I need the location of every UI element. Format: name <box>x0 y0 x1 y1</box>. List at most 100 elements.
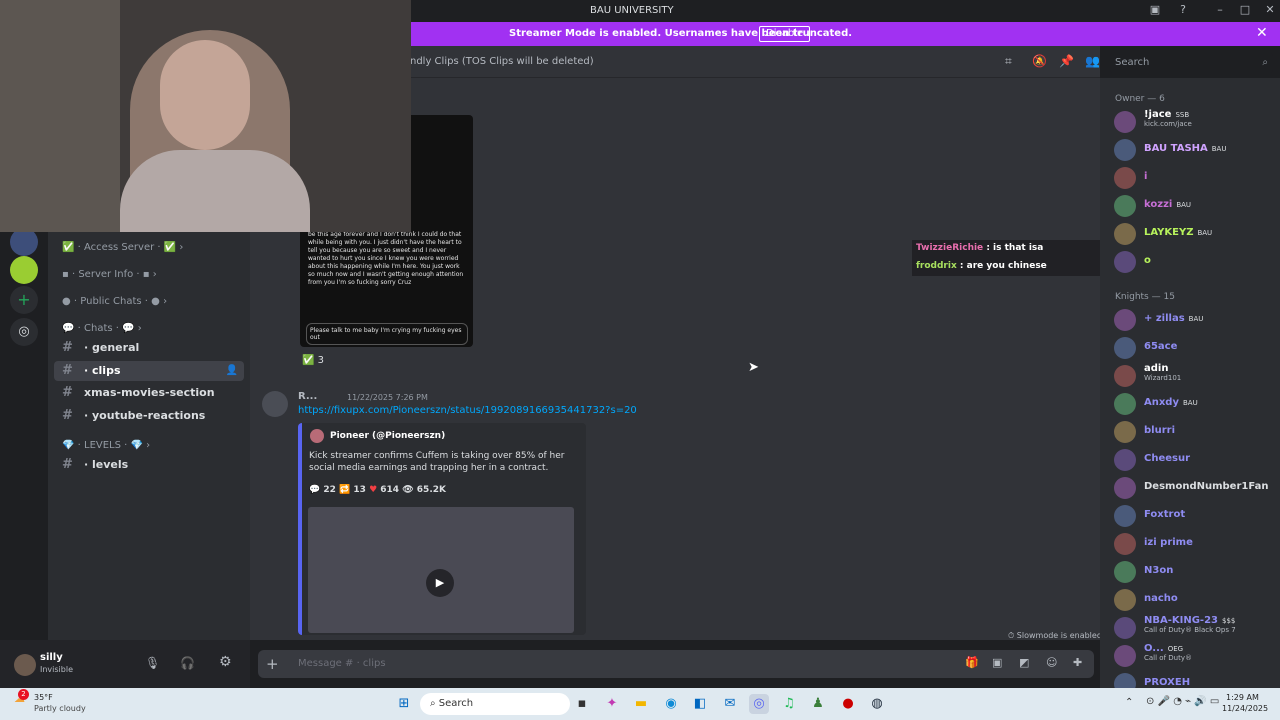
steam-icon[interactable]: ◍ <box>867 694 887 714</box>
gift-icon[interactable]: 🎁 <box>965 656 979 669</box>
clock-time[interactable]: 1:29 AM <box>1226 693 1259 702</box>
notifications-icon[interactable]: 🔕 <box>1032 54 1047 68</box>
server-icon[interactable] <box>10 228 38 256</box>
member-activity: Call of Duty® Black Ops 7 <box>1144 626 1236 634</box>
gif-icon[interactable]: ▣ <box>992 656 1002 669</box>
add-server-icon[interactable]: + <box>10 286 38 314</box>
streamer-hoodie <box>120 150 310 232</box>
message-link[interactable]: https://fixupx.com/Pioneerszn/status/199… <box>298 405 637 416</box>
help-icon[interactable]: ? <box>1173 3 1193 19</box>
member-item[interactable]: N3on <box>1108 559 1278 585</box>
disable-streamer-button[interactable]: Disable <box>759 26 811 42</box>
play-icon[interactable]: ▶ <box>426 569 454 597</box>
category-chats[interactable]: 💬 · Chats · 💬 › <box>62 323 142 334</box>
member-item[interactable]: kozzi BAU <box>1108 193 1278 219</box>
apps-icon[interactable]: ✚ <box>1073 656 1082 669</box>
message-author[interactable]: R... <box>298 391 317 402</box>
taskbar-search[interactable]: ⌕ Search <box>420 693 570 715</box>
member-item[interactable]: + zillas BAU <box>1108 307 1278 333</box>
channel-xmas-movies[interactable]: # xmas-movies-section <box>54 383 244 403</box>
member-item[interactable]: adin Wizard101 <box>1108 363 1278 389</box>
channel-general[interactable]: # · general <box>54 338 244 358</box>
discover-icon[interactable]: ◎ <box>10 318 38 346</box>
message-composer[interactable]: + Message # · clips 🎁 ▣ ◩ ☺ ✚ <box>258 650 1094 678</box>
member-item[interactable]: O... OEG Call of Duty® <box>1108 643 1278 669</box>
category-server-info[interactable]: ▪ · Server Info · ▪ › <box>62 269 157 280</box>
member-item[interactable]: i <box>1108 165 1278 191</box>
member-item[interactable]: o <box>1108 249 1278 275</box>
video-thumbnail[interactable]: ▶ <box>308 507 574 633</box>
server-icon[interactable] <box>10 256 38 284</box>
emoji-icon[interactable]: ☺ <box>1046 656 1057 669</box>
maximize-button[interactable]: □ <box>1235 3 1255 19</box>
settings-icon[interactable]: ⚙ <box>219 654 232 670</box>
weather-temp[interactable]: 35°F <box>34 693 53 702</box>
channel-label: general <box>92 341 140 354</box>
close-banner-icon[interactable]: ✕ <box>1256 25 1268 41</box>
weather-desc[interactable]: Partly cloudy <box>34 704 86 713</box>
member-name: Foxtrot <box>1144 509 1185 520</box>
channel-youtube-reactions[interactable]: # · youtube-reactions <box>54 406 244 426</box>
member-item[interactable]: !jace SSB kick.com/jace <box>1108 109 1278 135</box>
clock-date[interactable]: 11/24/2025 <box>1222 704 1268 713</box>
member-name: o <box>1144 255 1151 266</box>
add-member-icon[interactable]: 👤 <box>226 361 238 381</box>
headphones-icon[interactable]: 🎧 <box>180 656 195 670</box>
threads-icon[interactable]: ⌗ <box>1005 54 1012 69</box>
avatar <box>1114 139 1136 161</box>
member-name-text: LAYKEYZ <box>1144 227 1194 238</box>
member-item[interactable]: DesmondNumber1Fan <box>1108 475 1278 501</box>
avatar[interactable] <box>14 654 36 676</box>
category-public-chats[interactable]: ● · Public Chats · ● › <box>62 296 167 307</box>
app-icon[interactable]: ● <box>838 694 858 714</box>
discord-icon[interactable]: ◎ <box>749 694 769 714</box>
category-levels[interactable]: 💎 · LEVELS · 💎 › <box>62 440 150 451</box>
inbox-icon[interactable]: ▣ <box>1145 3 1165 19</box>
author-avatar[interactable] <box>262 391 288 417</box>
member-item[interactable]: Anxdy BAU <box>1108 391 1278 417</box>
mic-icon[interactable]: 🎙 <box>145 656 160 670</box>
member-item[interactable]: blurri <box>1108 419 1278 445</box>
background-wall <box>0 0 120 232</box>
sticker-icon[interactable]: ◩ <box>1019 656 1029 669</box>
copilot-icon[interactable]: ✦ <box>602 694 622 714</box>
member-item[interactable]: 65ace <box>1108 335 1278 361</box>
embed-author[interactable]: Pioneer (@Pioneerszn) <box>330 431 445 441</box>
reaction[interactable]: ✅ 3 <box>302 355 324 366</box>
member-name: nacho <box>1144 593 1178 604</box>
outlook-icon[interactable]: ✉ <box>720 694 740 714</box>
add-attachment-icon[interactable]: + <box>266 655 279 673</box>
notification-badge: 2 <box>18 689 29 700</box>
task-view-icon[interactable]: ▪ <box>572 694 592 714</box>
overlay-message: TwizzieRichie : is that isa <box>916 243 1043 253</box>
close-window-button[interactable]: ✕ <box>1260 3 1280 19</box>
member-item[interactable]: Foxtrot <box>1108 503 1278 529</box>
channel-levels[interactable]: # · levels <box>54 455 244 475</box>
minimize-button[interactable]: – <box>1210 3 1230 19</box>
store-icon[interactable]: ◧ <box>690 694 710 714</box>
member-item[interactable]: NBA-KING-23 $$$ Call of Duty® Black Ops 7 <box>1108 615 1278 641</box>
member-item[interactable]: Cheesur <box>1108 447 1278 473</box>
edge-icon[interactable]: ◉ <box>661 694 681 714</box>
file-explorer-icon[interactable]: ▬ <box>631 694 651 714</box>
search-input[interactable]: Search ⌕ <box>1110 53 1273 73</box>
member-list-icon[interactable]: 👥 <box>1085 54 1100 68</box>
member-name-text: PROXEH <box>1144 677 1191 688</box>
message-input[interactable]: Message # · clips <box>298 658 386 669</box>
category-access-server[interactable]: ✅ · Access Server · ✅ › <box>62 242 183 253</box>
member-name-text: N3on <box>1144 565 1174 576</box>
pin-icon[interactable]: 📌 <box>1059 54 1074 68</box>
spotify-icon[interactable]: ♫ <box>779 694 799 714</box>
channel-clips[interactable]: # · clips 👤 <box>54 361 244 381</box>
member-item[interactable]: izi prime <box>1108 531 1278 557</box>
member-item[interactable]: PROXEH <box>1108 671 1278 688</box>
tray-chevron-icon[interactable]: ⌃ <box>1125 697 1133 708</box>
member-item[interactable]: BAU TASHA BAU <box>1108 137 1278 163</box>
member-tag: SSB <box>1175 111 1190 119</box>
windows-start-icon[interactable]: ⊞ <box>394 694 414 714</box>
tray-icons[interactable]: ⊙ 🎤 ◔ ⌁ 🔊 ▭ <box>1146 696 1219 707</box>
avatar <box>1114 617 1136 639</box>
app-icon[interactable]: ♟ <box>808 694 828 714</box>
member-item[interactable]: LAYKEYZ BAU <box>1108 221 1278 247</box>
member-item[interactable]: nacho <box>1108 587 1278 613</box>
